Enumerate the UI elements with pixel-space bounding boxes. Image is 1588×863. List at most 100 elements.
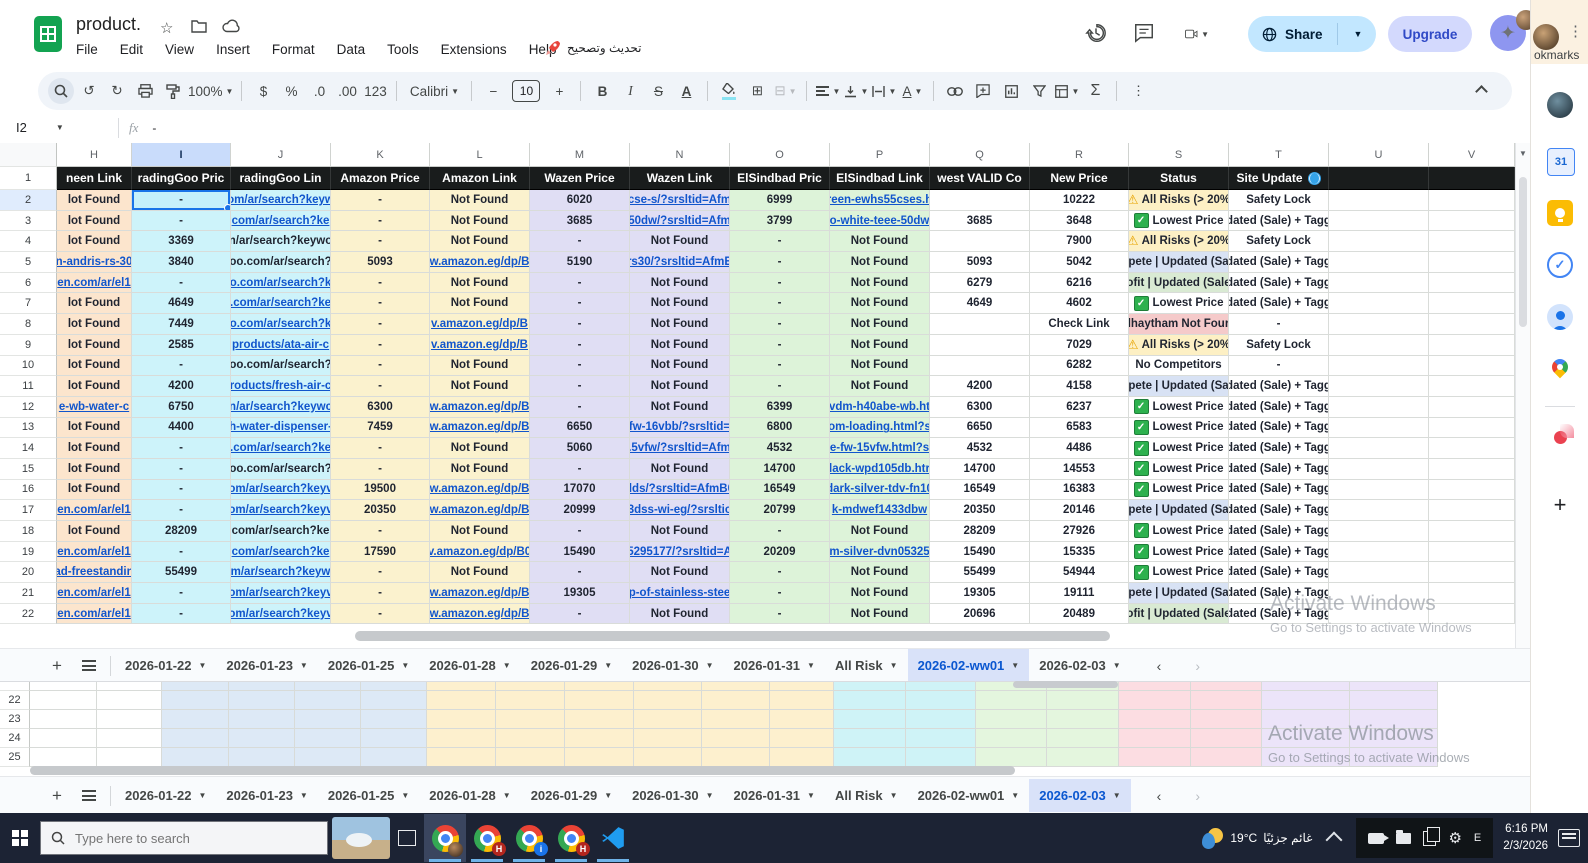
taskbar-app-vscode[interactable] — [592, 814, 634, 862]
header-cell-M[interactable]: Wazen Price — [530, 167, 630, 190]
cell[interactable] — [361, 710, 427, 729]
cell-R3[interactable]: 3648 — [1030, 211, 1129, 232]
cell-P2[interactable]: reen-ewhs55cses.h — [830, 190, 930, 211]
cell-O8[interactable]: - — [730, 314, 830, 335]
cell-T17[interactable]: dated (Sale) + Tagg — [1229, 500, 1329, 521]
cell[interactable] — [1191, 682, 1262, 691]
cell[interactable] — [427, 710, 496, 729]
cell-Q20[interactable]: 55499 — [930, 562, 1030, 583]
cell-R22[interactable]: 20489 — [1030, 604, 1129, 625]
addon-menu[interactable]: تحديث وتصحيح — [545, 40, 642, 56]
column-header-N[interactable]: N — [630, 143, 730, 167]
add-sheet-icon[interactable]: + — [44, 656, 70, 676]
cell[interactable] — [770, 691, 834, 710]
cell-J12[interactable]: n/ar/search?keywc — [231, 397, 331, 418]
cell[interactable] — [770, 682, 834, 691]
taskbar-app-chrome-3[interactable]: i — [508, 814, 550, 862]
cell-H13[interactable]: lot Found — [57, 418, 132, 439]
sheet-tab-2026-01-31[interactable]: 2026-01-31▼ — [724, 649, 825, 682]
cell[interactable] — [30, 710, 97, 729]
cell[interactable] — [1047, 710, 1119, 729]
cell[interactable] — [1047, 691, 1119, 710]
cell[interactable] — [361, 748, 427, 767]
cell-J5[interactable]: oo.com/ar/search? — [231, 252, 331, 273]
cell-R16[interactable]: 16383 — [1030, 480, 1129, 501]
cell-Q17[interactable]: 20350 — [930, 500, 1030, 521]
cell-M3[interactable]: 3685 — [530, 211, 630, 232]
cell-O7[interactable]: - — [730, 293, 830, 314]
cell-L12[interactable]: w.amazon.eg/dp/B — [430, 397, 530, 418]
cell-R2[interactable]: 10222 — [1030, 190, 1129, 211]
cell-O21[interactable]: - — [730, 583, 830, 604]
cell-L17[interactable]: w.amazon.eg/dp/B — [430, 500, 530, 521]
cell-I18[interactable]: 28209 — [132, 521, 231, 542]
fill-color-icon[interactable] — [716, 78, 742, 104]
cell-R13[interactable]: 6583 — [1030, 418, 1129, 439]
row-header-23[interactable]: 23 — [0, 710, 30, 729]
cell[interactable] — [1191, 710, 1262, 729]
tab-menu-icon[interactable]: ▼ — [199, 791, 207, 800]
menu-file[interactable]: File — [76, 42, 98, 57]
cell-J17[interactable]: om/ar/search?keyv — [231, 500, 331, 521]
cell[interactable] — [702, 691, 770, 710]
cell[interactable] — [30, 682, 97, 691]
start-button[interactable] — [0, 830, 40, 846]
menu-format[interactable]: Format — [272, 42, 315, 57]
cell-S15[interactable]: ✓Lowest Price — [1129, 459, 1229, 480]
cell-L4[interactable]: Not Found — [430, 231, 530, 252]
row-header-22[interactable]: 22 — [0, 691, 30, 710]
cell-T16[interactable]: dated (Sale) + Tagg — [1229, 480, 1329, 501]
cell-N14[interactable]: .5vfw/?srsltid=Afm — [630, 438, 730, 459]
cell-M19[interactable]: 15490 — [530, 542, 630, 563]
cell-I6[interactable]: - — [132, 273, 231, 294]
cell[interactable] — [427, 729, 496, 748]
cell-Q21[interactable]: 19305 — [930, 583, 1030, 604]
row-header-18[interactable]: 18 — [0, 521, 57, 542]
row-header-4[interactable]: 4 — [0, 231, 57, 252]
cell-P14[interactable]: e-fw-15vfw.html?s — [830, 438, 930, 459]
cell-M21[interactable]: 19305 — [530, 583, 630, 604]
cell-U4[interactable] — [1329, 231, 1429, 252]
cell[interactable] — [229, 691, 295, 710]
cell[interactable] — [834, 682, 906, 691]
row-header-1[interactable]: 1 — [0, 167, 57, 190]
cell-V7[interactable] — [1429, 293, 1515, 314]
cell-T11[interactable]: dated (Sale) + Tagg — [1229, 376, 1329, 397]
cell-U11[interactable] — [1329, 376, 1429, 397]
cell-N16[interactable]: dds/?srsltid=AfmB0 — [630, 480, 730, 501]
sheet-tab-2026-01-22[interactable]: 2026-01-22▼ — [115, 649, 216, 682]
row-header-6[interactable]: 6 — [0, 273, 57, 294]
cell-J22[interactable]: om/ar/search?keyv — [231, 604, 331, 625]
cell-J3[interactable]: com/ar/search?ke — [231, 211, 331, 232]
tab-menu-icon[interactable]: ▼ — [604, 791, 612, 800]
cell-U10[interactable] — [1329, 356, 1429, 377]
cell-R10[interactable]: 6282 — [1030, 356, 1129, 377]
cell-R6[interactable]: 6216 — [1030, 273, 1129, 294]
cell-J2[interactable]: om/ar/search?keyw — [231, 190, 331, 211]
cell[interactable] — [295, 710, 361, 729]
cell-O2[interactable]: 6999 — [730, 190, 830, 211]
tasks-icon[interactable]: ✓ — [1547, 252, 1573, 278]
comment-history-icon[interactable] — [1133, 22, 1157, 46]
cell-K22[interactable]: - — [331, 604, 430, 625]
comet-icon[interactable] — [1547, 424, 1573, 450]
row-header-16[interactable]: 16 — [0, 480, 57, 501]
all-sheets-icon[interactable] — [82, 658, 96, 674]
cell-S5[interactable]: pete | Updated (Sa — [1129, 252, 1229, 273]
cell-V9[interactable] — [1429, 335, 1515, 356]
tab-menu-icon[interactable]: ▼ — [1011, 791, 1019, 800]
cell-K16[interactable]: 19500 — [331, 480, 430, 501]
name-box[interactable]: I2 ▼ — [0, 120, 108, 135]
cell-M15[interactable]: - — [530, 459, 630, 480]
cell-S8[interactable]: lhaytham Not Four — [1129, 314, 1229, 335]
cell[interactable] — [906, 682, 976, 691]
cell[interactable] — [361, 682, 427, 691]
cell-I7[interactable]: 4649 — [132, 293, 231, 314]
document-title[interactable]: product. — [76, 14, 141, 35]
cell[interactable] — [30, 748, 97, 767]
cell-I12[interactable]: 6750 — [132, 397, 231, 418]
cell-U7[interactable] — [1329, 293, 1429, 314]
cell-T18[interactable]: dated (Sale) + Tagg — [1229, 521, 1329, 542]
cell-M7[interactable]: - — [530, 293, 630, 314]
star-icon[interactable]: ☆ — [160, 19, 173, 37]
